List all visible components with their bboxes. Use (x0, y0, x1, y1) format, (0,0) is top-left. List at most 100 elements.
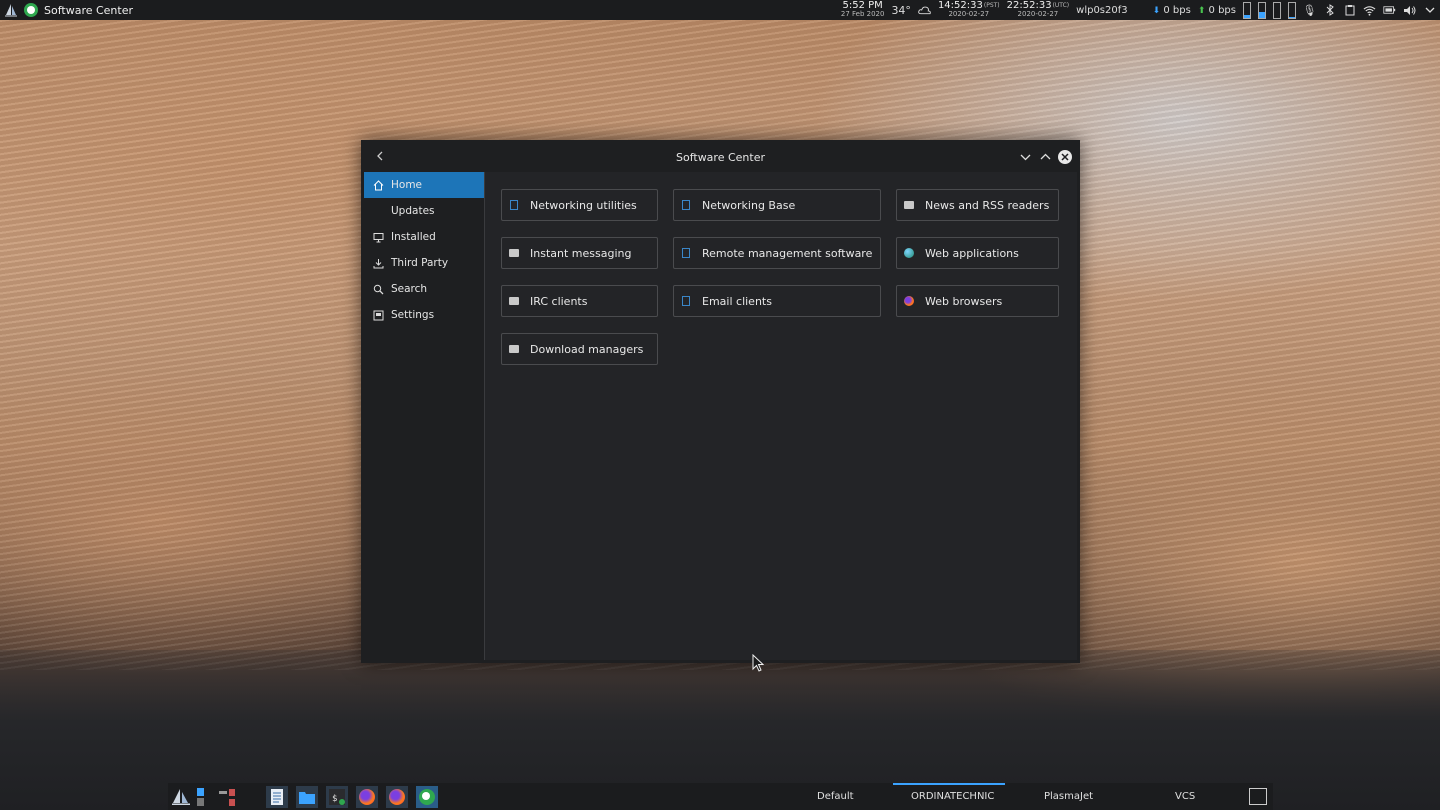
arrow-up-icon: ⬆ (1197, 5, 1206, 16)
clock-pst-tz: (PST) (983, 2, 1000, 9)
category-news-rss-readers[interactable]: News and RSS readers (896, 189, 1059, 221)
clock-pst-date: 2020-02-27 (948, 10, 990, 18)
clock-pst[interactable]: 14:52:33(PST) 2020-02-27 (938, 1, 1000, 19)
sidebar-item-search[interactable]: Search (364, 276, 484, 302)
screen-icon (904, 200, 914, 210)
category-networking-utilities[interactable]: Networking utilities (501, 189, 658, 221)
category-remote-management[interactable]: Remote management software (673, 237, 881, 269)
launcher-icon[interactable] (170, 786, 192, 808)
category-irc-clients[interactable]: IRC clients (501, 285, 658, 317)
clock-date: 27 Feb 2020 (840, 10, 885, 18)
active-window-title[interactable]: Software Center (44, 4, 133, 17)
category-web-applications[interactable]: Web applications (896, 237, 1059, 269)
file-manager-icon[interactable] (296, 786, 318, 808)
pager-desktop-1-icon[interactable] (194, 786, 216, 808)
category-email-clients[interactable]: Email clients (673, 285, 881, 317)
search-icon (372, 283, 384, 295)
svg-text:$: $ (332, 794, 337, 804)
updates-icon (372, 205, 384, 217)
book-icon (681, 296, 691, 306)
screen-icon (509, 248, 519, 258)
top-panel-right: 5:52 PM 27 Feb 2020 34° 14:52:33(PST) 20… (841, 0, 1436, 20)
sidebar-item-label: Home (391, 179, 423, 191)
net-down-value: 0 bps (1163, 4, 1191, 16)
category-label: Web browsers (925, 294, 1003, 308)
software-center-task-icon[interactable] (416, 786, 438, 808)
net-up-value: 0 bps (1208, 4, 1236, 16)
activity-default[interactable]: Default (817, 791, 854, 802)
arrow-down-icon: ⬇ (1152, 5, 1161, 16)
sidebar-item-home[interactable]: Home (364, 172, 484, 198)
software-center-window: Software Center Home Updates Installed T… (361, 140, 1080, 663)
category-label: IRC clients (530, 294, 588, 308)
net-up-speed[interactable]: ⬆ 0 bps (1198, 5, 1236, 16)
terminal-icon[interactable]: $ (326, 786, 348, 808)
activity-vcs[interactable]: VCS (1175, 791, 1195, 802)
top-panel-left: Software Center (0, 3, 133, 17)
globe-icon (904, 248, 914, 258)
close-button[interactable] (1058, 150, 1072, 164)
category-download-managers[interactable]: Download managers (501, 333, 658, 365)
book-icon (509, 200, 519, 210)
sidebar-item-updates[interactable]: Updates (364, 198, 484, 224)
sidebar-item-installed[interactable]: Installed (364, 224, 484, 250)
category-label: Remote management software (702, 246, 873, 260)
category-label: News and RSS readers (925, 198, 1050, 212)
software-center-icon (24, 3, 38, 17)
sidebar-item-label: Search (391, 283, 428, 295)
pager-desktop-2-icon[interactable] (216, 786, 238, 808)
digital-clock[interactable]: 5:52 PM 27 Feb 2020 (841, 1, 885, 19)
category-web-browsers[interactable]: Web browsers (896, 285, 1059, 317)
bluetooth-icon[interactable] (1323, 4, 1336, 17)
category-label: Web applications (925, 246, 1019, 260)
category-networking-base[interactable]: Networking Base (673, 189, 881, 221)
activity-ordinatechnic[interactable]: ORDINATECHNIC (911, 791, 994, 802)
cloud-icon[interactable] (918, 4, 931, 17)
minimize-button[interactable] (1018, 150, 1032, 164)
window-title: Software Center (675, 151, 765, 164)
clipboard-icon[interactable] (1343, 4, 1356, 17)
settings-icon (372, 309, 384, 321)
category-label: Networking Base (702, 198, 796, 212)
disk-meter[interactable] (1288, 1, 1296, 19)
volume-icon[interactable] (1403, 4, 1416, 17)
clock-time: 5:52 PM (842, 0, 883, 11)
sidebar-item-third-party[interactable]: Third Party (364, 250, 484, 276)
network-interface-label[interactable]: wlp0s20f3 (1076, 5, 1127, 16)
category-label: Download managers (530, 342, 644, 356)
microphone-icon[interactable]: 🎙︎ (1303, 4, 1317, 17)
window-titlebar[interactable]: Software Center (361, 140, 1080, 174)
cpu-meter[interactable] (1243, 1, 1251, 19)
net-down-speed[interactable]: ⬇ 0 bps (1153, 5, 1191, 16)
home-icon (372, 179, 384, 191)
sidebar-item-label: Third Party (391, 257, 449, 269)
category-instant-messaging[interactable]: Instant messaging (501, 237, 658, 269)
screen-icon (509, 344, 519, 354)
book-icon (681, 200, 691, 210)
top-panel: Software Center 5:52 PM 27 Feb 2020 34° … (0, 0, 1440, 20)
monitor-icon (372, 231, 384, 243)
mouse-cursor-icon (752, 654, 764, 672)
activity-plasmajet[interactable]: PlasmaJet (1044, 791, 1093, 802)
swap-meter[interactable] (1273, 1, 1281, 19)
firefox-icon (904, 296, 914, 306)
book-icon (681, 248, 691, 258)
show-desktop-button[interactable] (1249, 788, 1267, 805)
sidebar-item-label: Installed (391, 231, 436, 243)
firefox-icon[interactable] (356, 786, 378, 808)
sidebar-item-label: Updates (391, 205, 435, 217)
clock-utc-tz: (UTC) (1052, 2, 1070, 9)
clock-utc[interactable]: 22:52:33(UTC) 2020-02-27 (1007, 1, 1070, 19)
maximize-button[interactable] (1038, 150, 1052, 164)
battery-icon[interactable] (1383, 4, 1396, 17)
sidebar-item-settings[interactable]: Settings (364, 302, 484, 328)
application-launcher-icon[interactable] (4, 3, 18, 17)
memory-meter[interactable] (1258, 1, 1266, 19)
category-grid: Networking utilities Networking Base New… (485, 172, 1077, 660)
screen-icon (509, 296, 519, 306)
wifi-icon[interactable] (1363, 4, 1376, 17)
tray-expand-icon[interactable] (1423, 4, 1436, 17)
weather-temperature[interactable]: 34° (891, 4, 911, 17)
text-editor-icon[interactable] (266, 786, 288, 808)
firefox-icon[interactable] (386, 786, 408, 808)
